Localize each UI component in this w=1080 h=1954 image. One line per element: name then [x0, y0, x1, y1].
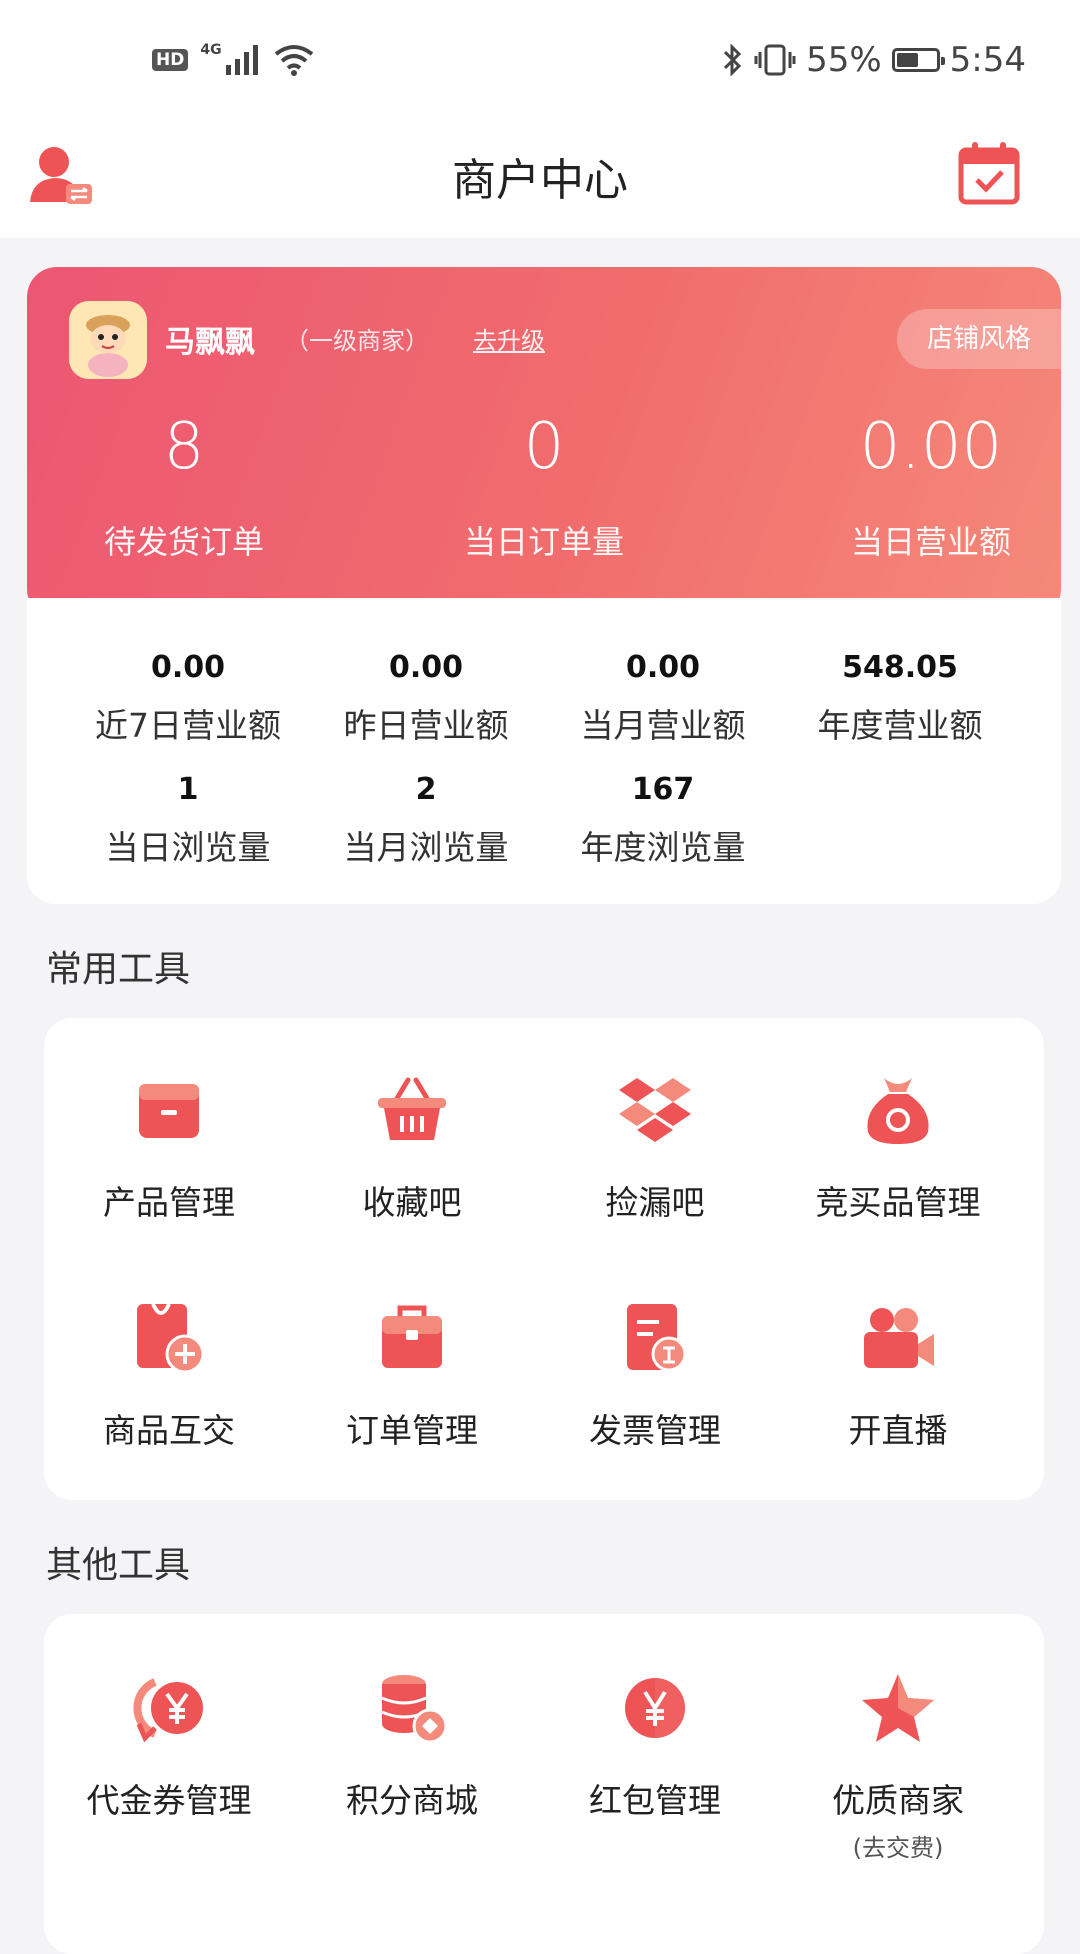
tag-plus-icon	[137, 1303, 205, 1374]
star-icon	[862, 1674, 934, 1742]
tool-bargain[interactable]: 捡漏吧	[530, 1070, 780, 1224]
stat-value: 0.00	[625, 650, 701, 685]
tool-label: 优质商家	[832, 1781, 964, 1820]
stat-value: 0.00	[150, 650, 226, 685]
coupon-yen-icon	[133, 1678, 203, 1743]
upgrade-link[interactable]: 去升级	[473, 321, 545, 356]
avatar-cartoon-icon	[69, 301, 147, 379]
tool-label: 产品管理	[103, 1183, 235, 1222]
coins-stack-icon	[381, 1675, 448, 1744]
kpi-today-revenue[interactable]: 0.00 当日营业额	[801, 415, 1061, 563]
other-tools-panel: 代金券管理 积分商城 红包管理 优质商家 (去交费)	[44, 1614, 1044, 1954]
kpi-value: 0	[523, 410, 565, 484]
shop-summary-card: 马飘飘 （一级商家） 去升级 店铺风格 8 待发货订单 0 当日订单量 0.00…	[27, 267, 1061, 619]
tool-label: 代金券管理	[86, 1781, 252, 1820]
tool-goods-exchange[interactable]: 商品互交	[44, 1298, 294, 1452]
battery-fill	[896, 53, 918, 67]
shop-avatar[interactable]	[69, 301, 147, 379]
tool-product-management[interactable]: 产品管理	[44, 1070, 294, 1224]
tool-quality-merchant[interactable]: 优质商家 (去交费)	[773, 1668, 1023, 1863]
status-right: 55% 5:54	[722, 40, 1026, 80]
stat-item: 1 当日浏览量	[69, 772, 307, 869]
tool-red-packet-management[interactable]: 红包管理	[530, 1668, 780, 1822]
money-bag-icon	[867, 1078, 929, 1144]
shop-name: 马飘飘	[165, 325, 255, 360]
tool-go-live[interactable]: 开直播	[773, 1298, 1023, 1452]
app-header: 商户中心	[0, 120, 1080, 238]
kpi-value: 0.00	[859, 410, 1003, 484]
battery-percent: 55%	[806, 40, 882, 80]
status-bar: HD 4G 55% 5:54	[0, 0, 1080, 120]
tool-points-mall[interactable]: 积分商城	[287, 1668, 537, 1822]
tool-label: 收藏吧	[362, 1183, 462, 1222]
tool-label: 商品互交	[103, 1411, 235, 1450]
tool-order-management[interactable]: 订单管理	[287, 1298, 537, 1452]
common-tools-title: 常用工具	[46, 949, 191, 990]
tool-label: 红包管理	[589, 1781, 721, 1820]
bluetooth-icon	[724, 43, 742, 77]
invoice-icon	[627, 1304, 687, 1372]
stat-label: 年度营业额	[817, 706, 983, 745]
vibrate-icon	[754, 44, 796, 76]
check-in-button[interactable]	[958, 140, 1028, 210]
stat-item: 0.00 昨日营业额	[307, 650, 545, 747]
kpi-label: 待发货订单	[103, 523, 264, 561]
tool-label: 开直播	[848, 1411, 948, 1450]
battery-icon	[891, 48, 945, 72]
basket-icon	[378, 1077, 446, 1140]
wifi-icon	[274, 45, 313, 76]
tool-label: 捡漏吧	[605, 1183, 705, 1222]
tool-label: 发票管理	[589, 1411, 721, 1450]
tool-sublabel: (去交费)	[852, 1834, 944, 1862]
tool-invoice-management[interactable]: 发票管理	[530, 1298, 780, 1452]
stat-value: 548.05	[842, 650, 958, 685]
stat-item: 2 当月浏览量	[307, 772, 545, 869]
calendar-check-icon	[958, 142, 1020, 205]
kpi-today-orders[interactable]: 0 当日订单量	[414, 415, 674, 563]
stat-value: 0.00	[388, 650, 464, 685]
stats-panel: 0.00 近7日营业额 0.00 昨日营业额 0.00 当月营业额 548.05…	[27, 598, 1061, 904]
tool-label: 订单管理	[346, 1411, 478, 1450]
kpi-pending-orders[interactable]: 8 待发货订单	[54, 415, 314, 563]
stat-item: 0.00 近7日营业额	[69, 650, 307, 747]
stat-item: 0.00 当月营业额	[544, 650, 782, 747]
stat-label: 昨日营业额	[343, 706, 509, 745]
stat-value: 2	[415, 772, 437, 807]
stat-label: 年度浏览量	[580, 828, 746, 867]
clock: 5:54	[949, 40, 1026, 80]
other-tools-title: 其他工具	[46, 1545, 191, 1586]
red-packet-icon	[625, 1678, 685, 1738]
hd-badge: HD	[152, 49, 189, 71]
kpi-label: 当日营业额	[850, 523, 1011, 561]
common-tools-panel: 产品管理 收藏吧 捡漏吧 竞买品管理 商品互交 订单管理 发票管理 开直播	[44, 1018, 1044, 1500]
status-left: HD 4G	[152, 42, 314, 76]
shop-level: （一级商家）	[285, 327, 429, 355]
page-title: 商户中心	[452, 155, 628, 206]
kpi-value: 8	[163, 410, 205, 484]
tool-label: 积分商城	[346, 1781, 478, 1820]
tool-favorites[interactable]: 收藏吧	[287, 1070, 537, 1224]
stat-label: 当月营业额	[580, 706, 746, 745]
network-type: 4G	[200, 42, 222, 58]
stat-value: 167	[631, 772, 695, 807]
kpi-label: 当日订单量	[463, 523, 624, 561]
dropbox-icon	[619, 1078, 691, 1142]
stat-value: 1	[177, 772, 199, 807]
toolbox-icon	[382, 1305, 442, 1368]
stat-label: 当日浏览量	[105, 828, 271, 867]
stat-label: 近7日营业额	[95, 706, 281, 745]
tool-coupon-management[interactable]: 代金券管理	[44, 1668, 294, 1822]
stat-label: 当月浏览量	[343, 828, 509, 867]
shop-style-button[interactable]: 店铺风格	[897, 309, 1061, 369]
tool-auction-management[interactable]: 竞买品管理	[773, 1070, 1023, 1224]
tool-label: 竞买品管理	[815, 1183, 981, 1222]
box-icon	[139, 1084, 199, 1138]
stat-item: 548.05 年度营业额	[781, 650, 1019, 747]
signal-icon	[225, 45, 258, 75]
stat-item: 167 年度浏览量	[544, 772, 782, 869]
video-camera-icon	[864, 1308, 934, 1368]
